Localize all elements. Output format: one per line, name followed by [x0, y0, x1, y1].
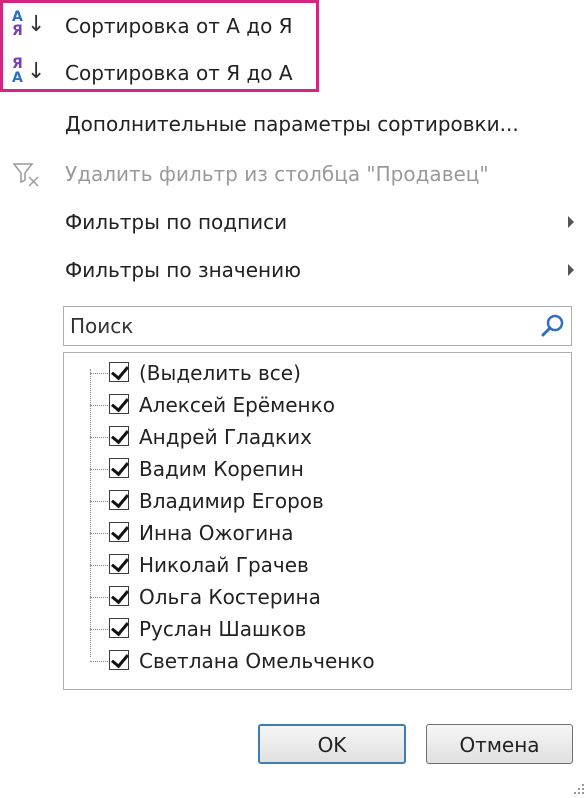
check-icon	[111, 553, 129, 573]
submenu-arrow-icon	[568, 264, 574, 276]
clear-filter-label: Удалить фильтр из столбца "Продавец"	[65, 162, 489, 186]
resize-grip-icon[interactable]	[574, 784, 584, 794]
list-item-label: Николай Грачев	[139, 553, 309, 577]
value-filters-label: Фильтры по значению	[65, 258, 301, 282]
submenu-arrow-icon	[568, 216, 574, 228]
checkbox[interactable]	[109, 457, 129, 478]
sort-filter-menu: А Я ↓ Сортировка от А до Я Я А ↓ Сортиро…	[0, 0, 588, 798]
check-icon	[111, 649, 129, 669]
value-filters-item[interactable]: Фильтры по значению	[0, 248, 588, 292]
checkbox[interactable]	[109, 521, 129, 542]
label-filters-item[interactable]: Фильтры по подписи	[0, 200, 588, 244]
check-icon	[111, 585, 129, 605]
clear-filter-item[interactable]: Удалить фильтр из столбца "Продавец"	[0, 152, 588, 196]
check-icon	[111, 361, 129, 381]
check-icon	[111, 521, 129, 541]
check-icon	[111, 489, 129, 509]
list-item-select-all[interactable]: (Выделить все)	[64, 359, 564, 389]
sort-z-to-a-label: Сортировка от Я до А	[65, 61, 293, 85]
list-item-label: Вадим Корепин	[139, 457, 304, 481]
check-icon	[111, 393, 129, 413]
sort-ascending-icon: А Я ↓	[12, 9, 46, 39]
check-icon	[111, 457, 129, 477]
list-item-label: Алексей Ерёменко	[139, 393, 335, 417]
list-item[interactable]: Алексей Ерёменко	[64, 391, 564, 421]
filter-value-list[interactable]: (Выделить все) Алексей Ерёменко Андрей Г…	[63, 352, 572, 690]
list-item-label: Владимир Егоров	[139, 489, 324, 513]
list-item-label: Светлана Омельченко	[139, 649, 375, 673]
search-box	[63, 306, 572, 346]
list-item-label: Руслан Шашков	[139, 617, 307, 641]
sort-a-to-z-label: Сортировка от А до Я	[65, 14, 293, 38]
more-sort-options-label: Дополнительные параметры сортировки...	[65, 112, 519, 136]
list-item[interactable]: Руслан Шашков	[64, 615, 564, 645]
list-item[interactable]: Ольга Костерина	[64, 583, 564, 613]
checkbox[interactable]	[109, 425, 129, 446]
list-item-label: (Выделить все)	[139, 361, 301, 385]
sort-z-to-a-item[interactable]: Я А ↓ Сортировка от Я до А	[0, 51, 588, 95]
cancel-button[interactable]: Отмена	[426, 724, 573, 764]
checkbox[interactable]	[109, 393, 129, 414]
check-icon	[111, 425, 129, 445]
list-item[interactable]: Вадим Корепин	[64, 455, 564, 485]
checkbox[interactable]	[109, 489, 129, 510]
checkbox[interactable]	[109, 585, 129, 606]
clear-filter-icon	[10, 158, 42, 190]
check-icon	[111, 617, 129, 637]
sort-a-to-z-item[interactable]: А Я ↓ Сортировка от А до Я	[0, 4, 588, 48]
sort-descending-icon: Я А ↓	[12, 56, 46, 86]
checkbox[interactable]	[109, 553, 129, 574]
list-item[interactable]: Светлана Омельченко	[64, 647, 564, 677]
list-item-label: Андрей Гладких	[139, 425, 312, 449]
ok-button[interactable]: OK	[258, 724, 406, 764]
list-item-label: Ольга Костерина	[139, 585, 321, 609]
checkbox[interactable]	[109, 617, 129, 638]
label-filters-label: Фильтры по подписи	[65, 210, 288, 234]
list-item[interactable]: Владимир Егоров	[64, 487, 564, 517]
search-input[interactable]	[70, 311, 530, 341]
list-item[interactable]: Андрей Гладких	[64, 423, 564, 453]
list-item-label: Инна Ожогина	[139, 521, 294, 545]
list-item[interactable]: Николай Грачев	[64, 551, 564, 581]
more-sort-options-item[interactable]: Дополнительные параметры сортировки...	[0, 102, 588, 146]
checkbox[interactable]	[109, 361, 129, 382]
checkbox[interactable]	[109, 649, 129, 670]
list-item[interactable]: Инна Ожогина	[64, 519, 564, 549]
search-icon[interactable]	[539, 312, 567, 340]
